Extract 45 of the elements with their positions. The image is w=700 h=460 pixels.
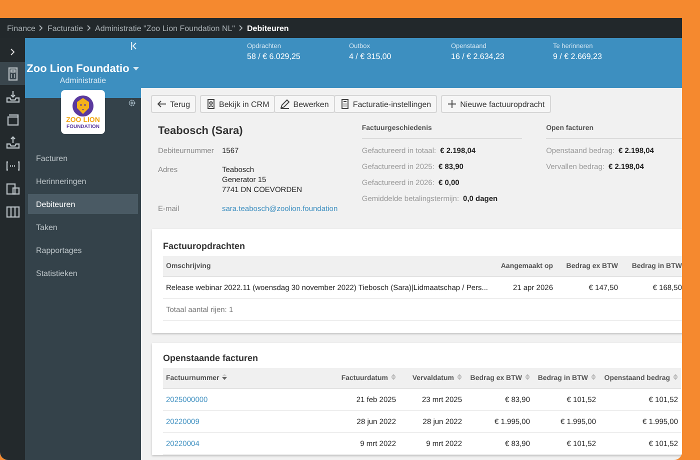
rail-button[interactable] [0,62,25,85]
stat-value: 4 / € 315,00 [349,52,392,61]
debtor-name: Teabosch (Sara) [158,125,244,137]
sidebar-item[interactable]: Statistieken [28,263,138,283]
caret-down-icon[interactable] [133,67,140,71]
inbox-tray-icon [6,90,20,104]
breadcrumb-link[interactable]: Facturatie [47,24,84,32]
card-title: Openstaande facturen [163,353,260,363]
stat-value: 58 / € 6.029,25 [247,52,302,61]
pencil-icon [280,99,290,109]
stacked-cards-icon [6,112,20,126]
calculator-icon [6,66,20,80]
organization-subtitle: Administratie [60,76,106,85]
contact-card-icon [206,99,216,109]
sidebar-item[interactable]: Herinneringen [28,171,138,191]
lion-icon [72,94,94,116]
sidebar-item[interactable]: Taken [28,217,138,237]
toolbar-button[interactable]: Nieuwe factuuropdracht [441,95,551,113]
toolbar-button[interactable]: Terug [151,95,196,113]
sidebar-item[interactable]: Debiteuren [28,194,138,214]
organization-name[interactable]: Zoo Lion Foundatio [26,63,130,75]
stat-value: 16 / € 2.634,23 [451,52,506,61]
chevron-right-icon [87,25,92,31]
collapse-icon[interactable] [131,42,137,50]
outbox-tray-icon [6,136,20,150]
card-title: Factuuropdrachten [163,241,246,251]
book-icon [6,204,20,218]
calculator-icon [340,99,350,109]
toolbar-button[interactable]: Bekijk in CRM [200,95,276,113]
chevron-right-icon [239,25,244,31]
breadcrumb-link[interactable]: Finance [7,24,36,32]
toolbar-button[interactable]: Bewerken [274,95,335,113]
sidebar-item[interactable]: Facturen [28,148,138,168]
toolbar-button[interactable]: Facturatie-instellingen [334,95,438,113]
arrow-left-icon [157,99,167,109]
settings-icon[interactable] [128,99,136,107]
stat-value: 9 / € 2.669,23 [553,52,603,61]
chevron-right-icon [39,25,44,31]
breadcrumb-link[interactable]: Debiteuren [247,24,289,32]
sidebar-item[interactable]: Rapportages [28,240,138,260]
brackets-icon [6,158,20,172]
breadcrumb-link[interactable]: Administratie "Zoo Lion Foundation NL" [95,24,236,32]
chevron-right-icon[interactable] [10,48,15,56]
documents-icon [6,182,20,196]
plus-icon [447,99,458,109]
